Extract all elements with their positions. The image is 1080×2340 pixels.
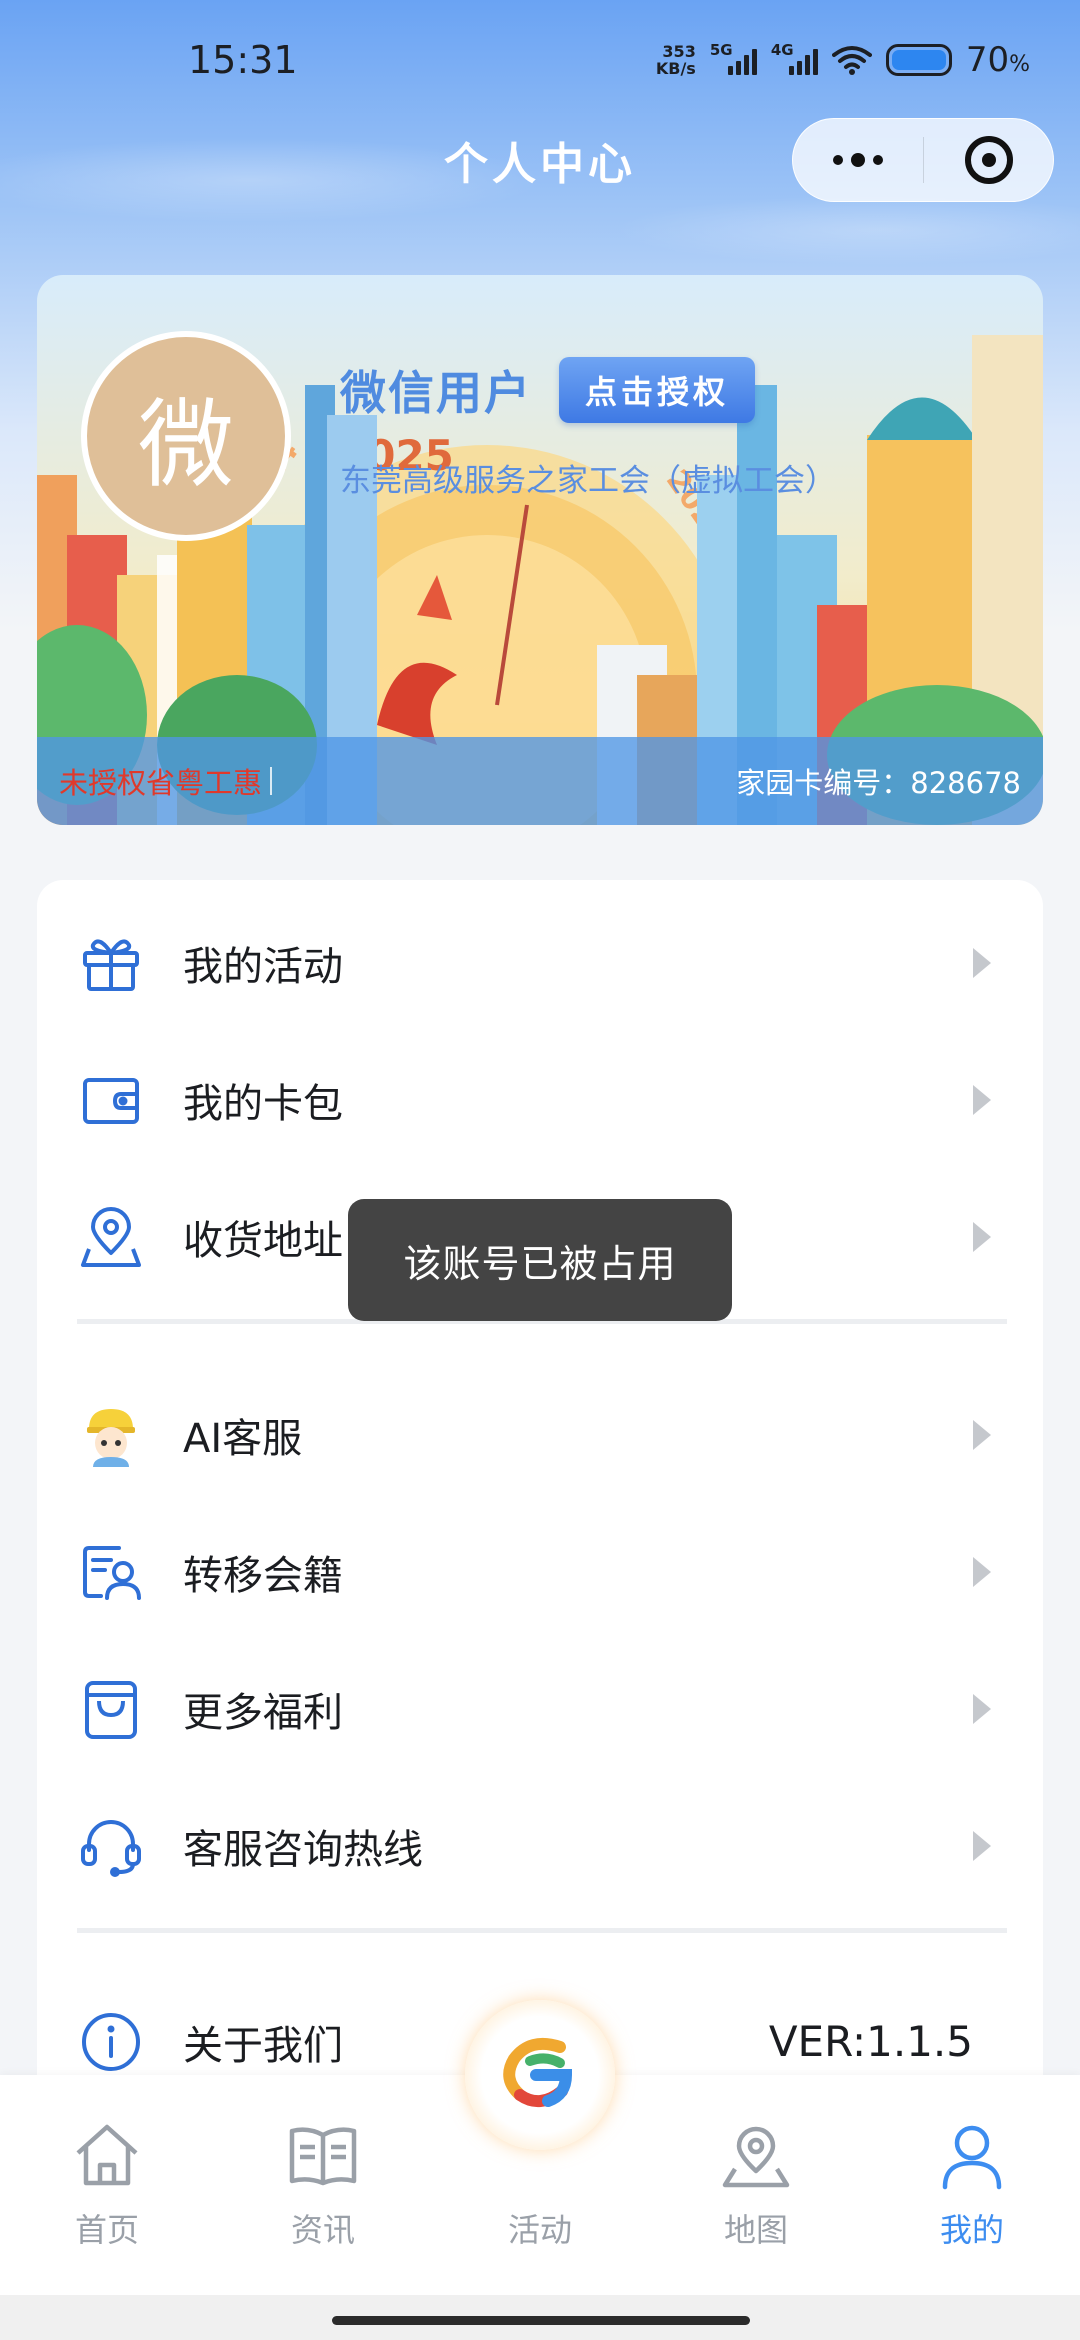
- status-indicators: 353 KB/s 5G 4G 70%: [656, 40, 1030, 80]
- home-icon: [76, 2124, 138, 2186]
- chevron-right-icon: [973, 1693, 991, 1724]
- menu-divider: [77, 1928, 1007, 1933]
- signal-5g-icon: 5G: [710, 41, 757, 75]
- home-card-number: 家园卡编号：828678: [736, 766, 1021, 800]
- target-icon: [964, 136, 1013, 184]
- profile-banner: 2025 2024 2026 微 微信用户 点击授权 东莞高级服务之家工会（虚拟…: [37, 275, 1043, 825]
- chevron-right-icon: [973, 1419, 991, 1450]
- menu-item-transfer-membership[interactable]: 转移会籍: [37, 1503, 1043, 1640]
- union-name: 东莞高级服务之家工会（虚拟工会）: [340, 463, 836, 499]
- more-options-button[interactable]: [793, 119, 923, 201]
- menu-item-ai-service[interactable]: AI客服: [37, 1366, 1043, 1503]
- authorize-button[interactable]: 点击授权: [559, 357, 755, 423]
- gift-icon: [77, 929, 145, 997]
- toast-message: 该账号已被占用: [348, 1199, 732, 1321]
- unauthorized-status-link[interactable]: 未授权省粤工惠: [59, 760, 272, 802]
- miniprogram-capsule: [792, 118, 1054, 202]
- close-miniprogram-button[interactable]: [924, 136, 1053, 184]
- app-version: VER:1.1.5: [768, 2017, 973, 2066]
- menu-item-more-benefits[interactable]: 更多福利: [37, 1640, 1043, 1777]
- chevron-right-icon: [973, 947, 991, 978]
- map-icon: [722, 2126, 790, 2188]
- menu-card: 我的活动 我的卡包 收货地址 AI客服 转移会籍 更多福利 客服咨询热线 关于我…: [37, 880, 1043, 2120]
- status-bar: 15:31 353 KB/s 5G 4G 70%: [0, 0, 1080, 120]
- status-time: 15:31: [188, 38, 298, 82]
- signal-4g-icon: 4G: [771, 41, 818, 75]
- tab-news[interactable]: 资讯: [233, 2119, 413, 2259]
- chevron-right-icon: [973, 1221, 991, 1252]
- book-icon: [289, 2127, 357, 2186]
- benefits-bag-icon: [77, 1675, 145, 1743]
- user-name: 微信用户: [340, 366, 532, 420]
- battery-percent: 70%: [965, 40, 1030, 80]
- member-transfer-icon: [77, 1538, 145, 1606]
- headset-icon: [77, 1812, 145, 1880]
- chevron-right-icon: [973, 1084, 991, 1115]
- user-icon: [942, 2125, 1002, 2190]
- tab-mine[interactable]: 我的: [882, 2119, 1062, 2259]
- wifi-icon: [831, 46, 872, 75]
- tab-map[interactable]: 地图: [666, 2119, 846, 2259]
- network-speed: 353 KB/s: [655, 42, 696, 78]
- tab-home[interactable]: 首页: [17, 2119, 197, 2259]
- activity-logo-icon: [503, 2038, 573, 2107]
- chevron-right-icon: [973, 1830, 991, 1861]
- wallet-icon: [77, 1066, 145, 1134]
- banner-footer: 未授权省粤工惠 家园卡编号：828678: [37, 737, 1043, 825]
- menu-item-my-wallet[interactable]: 我的卡包: [37, 1031, 1043, 1168]
- chevron-right-icon: [973, 1556, 991, 1587]
- ai-assistant-avatar-icon: [77, 1401, 145, 1469]
- location-pin-icon: [77, 1203, 145, 1271]
- info-icon: [77, 2008, 145, 2076]
- activity-center-button[interactable]: [465, 2000, 615, 2150]
- battery-icon: [885, 44, 952, 76]
- menu-item-my-activities[interactable]: 我的活动: [37, 894, 1043, 1031]
- home-indicator[interactable]: [332, 2316, 750, 2325]
- menu-item-service-hotline[interactable]: 客服咨询热线: [37, 1777, 1043, 1914]
- avatar[interactable]: 微: [81, 331, 291, 541]
